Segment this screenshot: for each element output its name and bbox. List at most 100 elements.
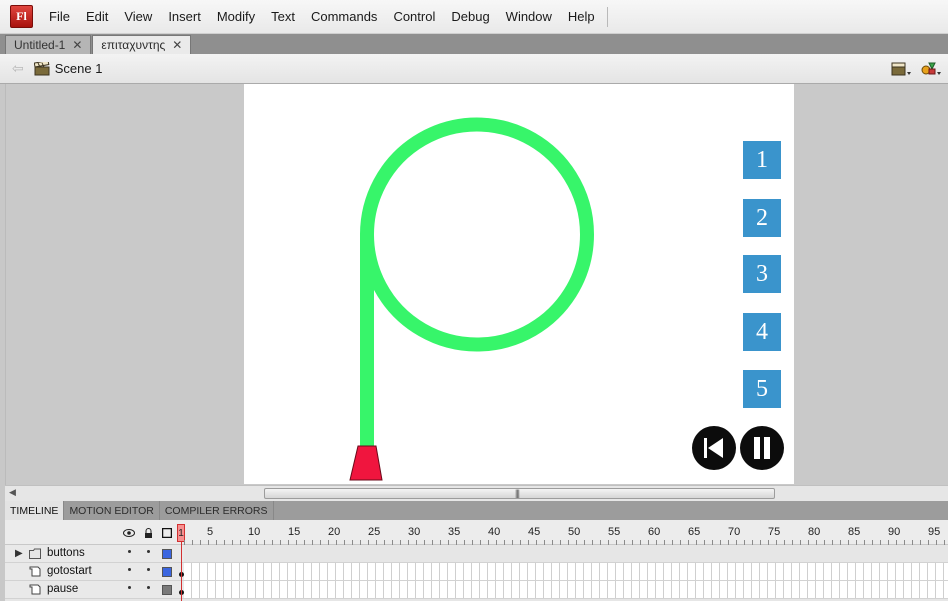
tab-label: επιταχυντης — [101, 38, 166, 52]
layer-color-swatch[interactable] — [162, 567, 172, 577]
stage-canvas[interactable]: 1 2 3 4 5 — [244, 84, 794, 484]
lock-dot[interactable] — [147, 586, 150, 589]
menu-view[interactable]: View — [116, 0, 160, 34]
menu-modify[interactable]: Modify — [209, 0, 263, 34]
speed-button-5[interactable]: 5 — [743, 370, 781, 408]
tab-label: Untitled-1 — [14, 38, 66, 52]
menu-file[interactable]: File — [41, 0, 78, 34]
frame-label: 40 — [488, 526, 501, 538]
car-shape[interactable] — [349, 445, 383, 481]
close-icon[interactable]: ✕ — [172, 38, 182, 52]
tab-motion-editor[interactable]: MOTION EDITOR — [64, 501, 160, 520]
pause-button[interactable] — [740, 426, 784, 470]
frame-label: 95 — [928, 526, 941, 538]
layer-icon — [29, 566, 41, 577]
menu-divider — [606, 6, 608, 27]
layer-name: buttons — [47, 547, 85, 559]
close-icon[interactable]: ✕ — [72, 38, 82, 52]
frame-label: 30 — [408, 526, 421, 538]
visibility-dot[interactable] — [128, 550, 131, 553]
menu-debug[interactable]: Debug — [443, 0, 497, 34]
goto-start-button[interactable] — [692, 426, 736, 470]
lock-dot[interactable] — [147, 568, 150, 571]
tab-epitaxyntis[interactable]: επιταχυντης ✕ — [92, 35, 192, 54]
clapperboard-icon — [33, 59, 50, 76]
document-tab-bar: Untitled-1 ✕ επιταχυντης ✕ — [0, 34, 948, 54]
frame-label: 65 — [688, 526, 701, 538]
layer-header[interactable]: pause — [5, 581, 184, 599]
speed-button-1[interactable]: 1 — [743, 141, 781, 179]
edit-bar-tools — [890, 60, 942, 78]
scrollbar-thumb[interactable]: ||| — [264, 488, 775, 499]
menu-help[interactable]: Help — [560, 0, 603, 34]
edit-symbols-icon[interactable] — [920, 60, 942, 78]
layer-color-swatch[interactable] — [162, 549, 172, 559]
layer-icon — [29, 584, 41, 595]
layer-name: gotostart — [47, 565, 92, 577]
lock-dot[interactable] — [147, 550, 150, 553]
frame-label: 45 — [528, 526, 541, 538]
tab-timeline[interactable]: TIMELINE — [5, 501, 65, 520]
track-loop — [360, 117, 594, 352]
speed-button-4[interactable]: 4 — [743, 313, 781, 351]
visibility-dot[interactable] — [128, 586, 131, 589]
timeline-header: 1 5 10 15 20 25 30 35 40 45 50 55 60 65 … — [5, 520, 948, 545]
menu-insert[interactable]: Insert — [160, 0, 209, 34]
frame-label: 15 — [288, 526, 301, 538]
frame-label: 10 — [248, 526, 261, 538]
frame-label: 25 — [368, 526, 381, 538]
timeline-panel: 1 5 10 15 20 25 30 35 40 45 50 55 60 65 … — [5, 520, 948, 601]
menu-edit[interactable]: Edit — [78, 0, 116, 34]
stage-artwork — [349, 117, 594, 481]
frame-label: 5 — [207, 526, 214, 538]
playhead-line — [181, 542, 182, 601]
grip-icon: ||| — [515, 488, 520, 498]
menu-bar: Fl File Edit View Insert Modify Text Com… — [0, 0, 948, 34]
pause-icon — [754, 437, 770, 459]
layer-color-swatch[interactable] — [162, 585, 172, 595]
menu-window[interactable]: Window — [498, 0, 560, 34]
frame-label: 35 — [448, 526, 461, 538]
speed-button-3[interactable]: 3 — [743, 255, 781, 293]
flash-logo-icon: Fl — [10, 5, 33, 28]
layer-frames[interactable] — [184, 581, 948, 599]
frame-label: 55 — [608, 526, 621, 538]
layer-row-pause[interactable]: pause — [5, 581, 948, 599]
layer-frames[interactable] — [184, 545, 948, 563]
menu-control[interactable]: Control — [385, 0, 443, 34]
layer-frames[interactable] — [184, 563, 948, 581]
frame-label: 50 — [568, 526, 581, 538]
scroll-left-icon[interactable]: ◀ — [9, 487, 16, 498]
edit-bar: ⇦ Scene 1 — [0, 54, 948, 84]
eye-icon[interactable] — [123, 528, 135, 538]
frame-label: 90 — [888, 526, 901, 538]
frame-label: 80 — [808, 526, 821, 538]
frame-label: 60 — [648, 526, 661, 538]
visibility-dot[interactable] — [128, 568, 131, 571]
outline-icon[interactable] — [161, 528, 173, 538]
frame-label: 20 — [328, 526, 341, 538]
scene-label[interactable]: Scene 1 — [55, 61, 103, 76]
menu-text[interactable]: Text — [263, 0, 303, 34]
expand-arrow-icon[interactable]: ▶ — [15, 548, 23, 559]
frame-label: 70 — [728, 526, 741, 538]
speed-button-2[interactable]: 2 — [743, 199, 781, 237]
back-arrow-icon[interactable]: ⇦ — [12, 60, 24, 77]
tab-compiler-errors[interactable]: COMPILER ERRORS — [160, 501, 274, 520]
lock-icon[interactable] — [142, 528, 154, 538]
folder-icon — [29, 548, 41, 559]
layer-row-gotostart[interactable]: gotostart — [5, 563, 948, 581]
menu-list: File Edit View Insert Modify Text Comman… — [41, 0, 603, 34]
edit-scene-icon[interactable] — [890, 60, 912, 78]
skip-back-icon — [704, 438, 723, 458]
layer-name: pause — [47, 583, 79, 595]
panel-tab-bar: TIMELINE MOTION EDITOR COMPILER ERRORS — [5, 501, 948, 520]
layer-row-buttons[interactable]: ▶ buttons — [5, 545, 948, 563]
layer-header[interactable]: gotostart — [5, 563, 184, 581]
frame-label: 75 — [768, 526, 781, 538]
frame-label: 85 — [848, 526, 861, 538]
menu-commands[interactable]: Commands — [303, 0, 385, 34]
tab-untitled-1[interactable]: Untitled-1 ✕ — [5, 35, 92, 54]
layer-header[interactable]: ▶ buttons — [5, 545, 184, 563]
horizontal-scrollbar[interactable]: ◀ ||| — [5, 485, 948, 501]
